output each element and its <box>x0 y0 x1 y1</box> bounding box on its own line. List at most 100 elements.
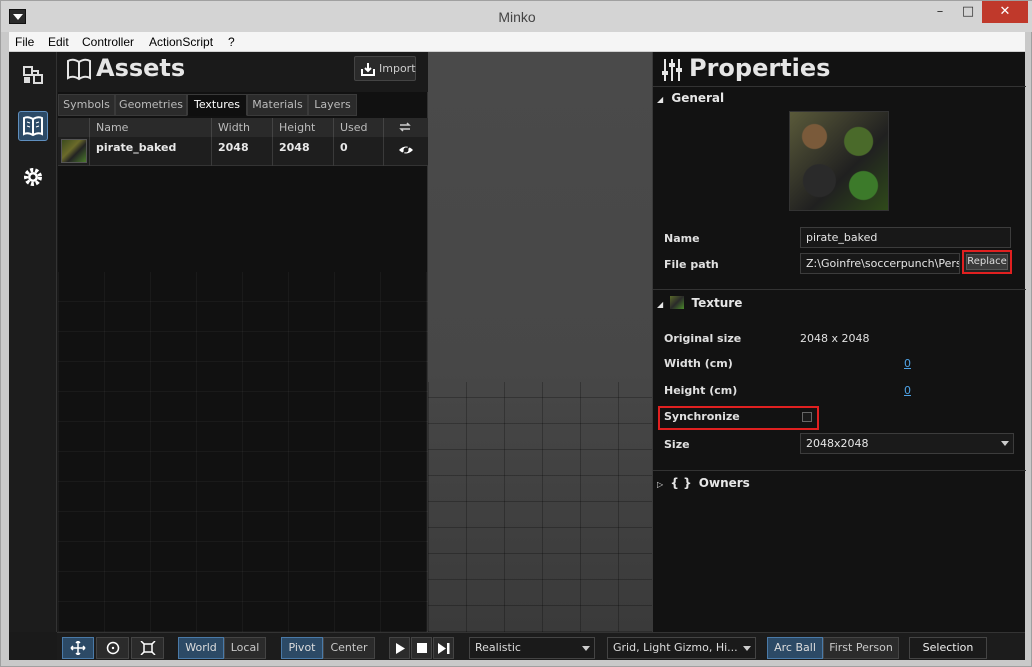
original-size-label: Original size <box>664 332 742 345</box>
divider <box>653 289 1026 290</box>
stop-icon[interactable] <box>411 637 432 659</box>
display-options-dropdown[interactable]: Grid, Light Gizmo, Hi... <box>607 637 756 659</box>
viewport-grid <box>428 382 652 632</box>
table-row[interactable]: pirate_baked 2048 2048 0 <box>58 137 428 166</box>
textures-table-header: Name Width Height Used <box>58 118 428 137</box>
texture-section-title: Texture <box>691 296 743 310</box>
display-options-value: Grid, Light Gizmo, Hi... <box>613 641 738 654</box>
braces-icon: { } <box>670 476 692 490</box>
local-space-button[interactable]: Local <box>224 637 266 659</box>
move-tool-icon[interactable] <box>62 637 94 659</box>
collapse-triangle-icon: ◢ <box>657 300 664 309</box>
assets-panel: Assets Import Symbols Geometries Texture… <box>58 52 428 632</box>
render-mode-dropdown[interactable]: Realistic <box>469 637 595 659</box>
menu-edit[interactable]: Edit <box>48 35 69 49</box>
title-bar: Minko – □ ✕ <box>1 1 1032 32</box>
arc-ball-button[interactable]: Arc Ball <box>767 637 823 659</box>
column-width[interactable]: Width <box>212 118 273 137</box>
step-forward-icon[interactable] <box>433 637 454 659</box>
properties-title: Properties <box>689 54 831 82</box>
app-window: Minko – □ ✕ File Edit Controller ActionS… <box>0 0 1032 667</box>
general-section-header[interactable]: ◢ General <box>657 91 724 105</box>
first-person-button[interactable]: First Person <box>823 637 899 659</box>
texture-thumbnail <box>58 137 90 166</box>
size-label: Size <box>664 438 690 451</box>
menu-help[interactable]: ? <box>228 35 235 49</box>
visibility-eye-icon[interactable] <box>384 137 428 166</box>
3d-viewport[interactable] <box>428 52 652 632</box>
bottom-toolbar: World Local Pivot Center Realistic Grid,… <box>57 632 1025 660</box>
assets-library-icon[interactable] <box>18 111 48 141</box>
replace-button[interactable]: Replace <box>962 250 1012 274</box>
scale-tool-icon[interactable] <box>131 637 164 659</box>
filepath-field[interactable]: Z:\Goinfre\soccerpunch\Persor <box>800 253 960 274</box>
center-button[interactable]: Center <box>323 637 375 659</box>
filepath-label: File path <box>664 258 719 271</box>
import-button[interactable]: Import <box>354 56 416 81</box>
assets-background-grid <box>58 272 428 632</box>
texture-section-header[interactable]: ◢ Texture <box>657 296 742 310</box>
assets-title: Assets <box>96 54 186 82</box>
menu-actionscript[interactable]: ActionScript <box>149 35 213 49</box>
chevron-down-icon <box>743 646 751 651</box>
height-cm-value[interactable]: 0 <box>904 384 911 397</box>
import-icon <box>361 63 375 76</box>
assets-book-icon <box>67 58 91 81</box>
original-size-value: 2048 x 2048 <box>800 332 870 345</box>
scene-graph-icon[interactable] <box>18 61 48 91</box>
size-dropdown[interactable]: 2048x2048 <box>800 433 1014 454</box>
main-area: Assets Import Symbols Geometries Texture… <box>9 52 1026 660</box>
expand-triangle-icon: ▷ <box>657 480 664 489</box>
tab-symbols[interactable]: Symbols <box>58 94 115 116</box>
play-icon[interactable] <box>389 637 410 659</box>
properties-panel: Properties ◢ General Name pirate_baked F… <box>652 52 1026 632</box>
tab-textures[interactable]: Textures <box>187 94 247 116</box>
column-name[interactable]: Name <box>90 118 212 137</box>
synchronize-checkbox[interactable] <box>802 412 812 422</box>
size-dropdown-value: 2048x2048 <box>806 437 869 450</box>
width-cm-label: Width (cm) <box>664 357 733 370</box>
pivot-button[interactable]: Pivot <box>281 637 323 659</box>
height-cm-label: Height (cm) <box>664 384 738 397</box>
row-name: pirate_baked <box>90 137 212 166</box>
minimize-button[interactable]: – <box>925 1 955 23</box>
replace-label: Replace <box>967 256 1007 267</box>
menu-bar: File Edit Controller ActionScript ? <box>9 32 1025 52</box>
row-height: 2048 <box>273 137 334 166</box>
tool-strip <box>9 52 57 632</box>
settings-gear-icon[interactable] <box>18 162 48 192</box>
texture-preview-image <box>789 111 889 211</box>
column-used[interactable]: Used <box>334 118 384 137</box>
width-cm-value[interactable]: 0 <box>904 357 911 370</box>
close-button[interactable]: ✕ <box>982 1 1028 23</box>
tab-geometries[interactable]: Geometries <box>115 94 187 116</box>
world-space-button[interactable]: World <box>178 637 224 659</box>
assets-header: Assets Import <box>58 52 428 92</box>
texture-thumbnail-image <box>61 139 87 163</box>
name-label: Name <box>664 232 700 245</box>
row-used: 0 <box>334 137 384 166</box>
selection-button[interactable]: Selection <box>909 637 987 659</box>
thumb-column-header <box>58 118 90 137</box>
rotate-tool-icon[interactable] <box>96 637 129 659</box>
tab-layers[interactable]: Layers <box>308 94 357 116</box>
refresh-icon[interactable] <box>384 118 428 137</box>
divider <box>653 86 1026 87</box>
maximize-button[interactable]: □ <box>955 1 981 23</box>
synchronize-label: Synchronize <box>664 410 740 423</box>
texture-thumbnail-icon <box>670 296 685 309</box>
menu-controller[interactable]: Controller <box>82 35 134 49</box>
owners-section-title: Owners <box>698 476 750 490</box>
column-height[interactable]: Height <box>273 118 334 137</box>
row-width: 2048 <box>212 137 273 166</box>
menu-file[interactable]: File <box>15 35 34 49</box>
tab-materials[interactable]: Materials <box>247 94 308 116</box>
general-section-title: General <box>671 91 725 105</box>
render-mode-value: Realistic <box>475 641 521 654</box>
collapse-triangle-icon: ◢ <box>657 95 664 104</box>
assets-tabs: Symbols Geometries Textures Materials La… <box>58 94 428 116</box>
owners-section-header[interactable]: ▷ { } Owners <box>657 476 750 490</box>
name-field[interactable]: pirate_baked <box>800 227 1011 248</box>
properties-sliders-icon <box>662 59 682 81</box>
divider <box>653 470 1026 471</box>
